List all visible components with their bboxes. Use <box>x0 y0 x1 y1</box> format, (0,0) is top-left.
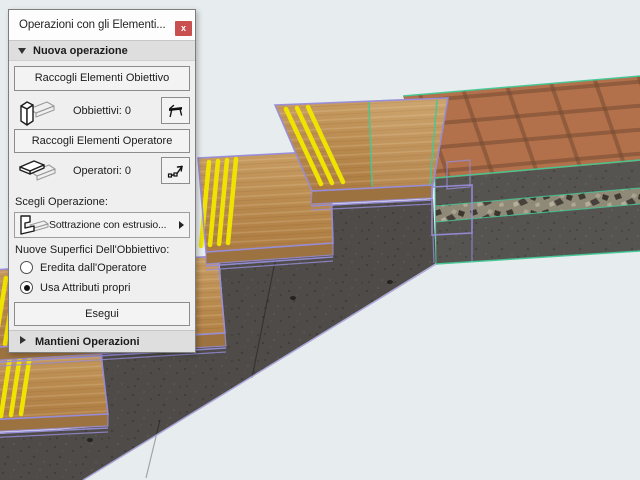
targets-row: Obbiettivi: 0 <box>9 95 195 128</box>
pick-operators-icon[interactable] <box>161 157 190 184</box>
close-icon[interactable]: x <box>175 21 192 36</box>
radio-use-own-attributes[interactable]: Usa Attributi propri <box>9 280 195 297</box>
operation-value: Sottrazione con estrusio... <box>49 219 167 231</box>
choose-operation-label: Scegli Operazione: <box>15 196 108 208</box>
dropdown-arrow-icon <box>179 221 184 229</box>
pick-targets-icon[interactable] <box>161 97 190 124</box>
palette-titlebar[interactable]: Operazioni con gli Elementi... x <box>9 10 195 41</box>
collect-targets-button[interactable]: Raccogli Elementi Obiettivo <box>14 66 190 91</box>
section-keep-operations[interactable]: Mantieni Operazioni <box>9 330 195 352</box>
collect-operators-button[interactable]: Raccogli Elementi Operatore <box>14 129 190 153</box>
operators-row: Operatori: 0 <box>9 155 195 188</box>
execute-button[interactable]: Esegui <box>14 302 190 326</box>
solid-operations-palette: Operazioni con gli Elementi... x Nuova o… <box>8 9 196 353</box>
palette-title: Operazioni con gli Elementi... <box>19 19 166 31</box>
section-new-operation[interactable]: Nuova operazione <box>9 40 195 61</box>
radio-icon[interactable] <box>20 261 33 274</box>
radio-inherit-operator[interactable]: Eredita dall'Operatore <box>9 260 195 277</box>
new-surfaces-label: Nuove Superfici Dell'Obbiettivo: <box>15 244 170 256</box>
operation-dropdown[interactable]: Sottrazione con estrusio... <box>14 212 190 238</box>
expand-triangle-icon <box>20 336 26 344</box>
app-window: Operazioni con gli Elementi... x Nuova o… <box>0 0 640 480</box>
operation-type-icon <box>17 213 49 242</box>
collapse-triangle-icon <box>18 48 26 54</box>
radio-icon[interactable] <box>20 281 33 294</box>
